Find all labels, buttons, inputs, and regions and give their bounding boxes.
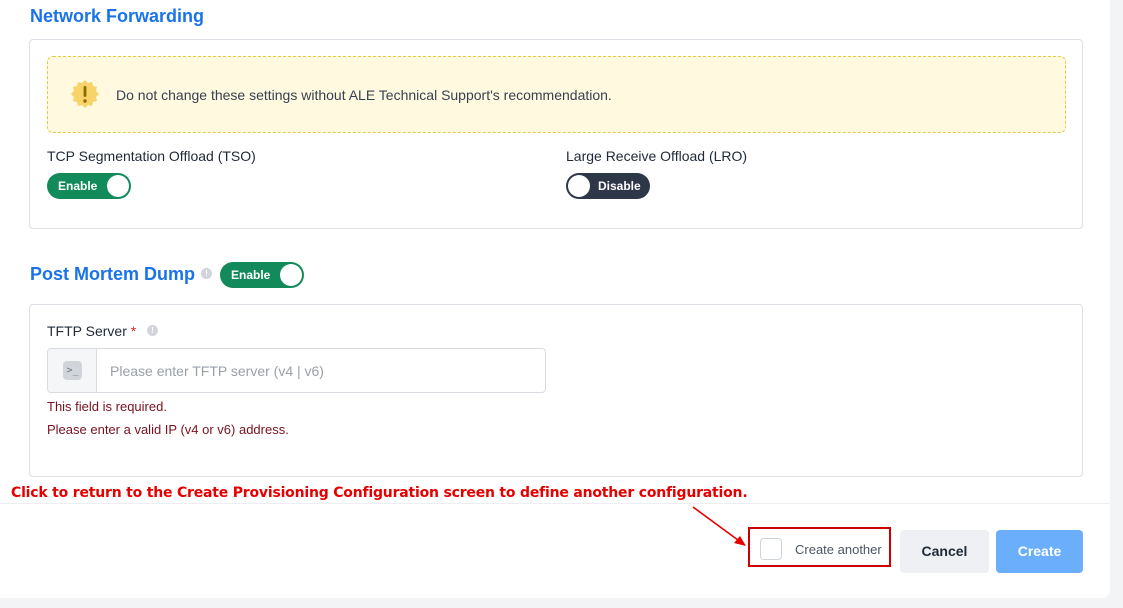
tso-toggle-label: Enable [58, 179, 98, 193]
required-asterisk: * [130, 323, 137, 339]
toggle-knob [280, 264, 302, 286]
info-icon[interactable]: ! [201, 268, 212, 279]
input-prefix: >_ [48, 349, 97, 392]
warning-text: Do not change these settings without ALE… [116, 87, 612, 103]
post-mortem-title: Post Mortem Dump [30, 264, 196, 284]
network-forwarding-title: Network Forwarding [30, 6, 205, 26]
terminal-icon: >_ [63, 361, 82, 380]
tftp-server-label: TFTP Server * [47, 323, 136, 339]
tso-toggle[interactable]: Enable [47, 173, 131, 199]
annotation-text: Click to return to the Create Provisioni… [11, 485, 748, 501]
info-icon[interactable]: ! [147, 325, 158, 336]
warning-icon [71, 80, 99, 108]
toggle-knob [568, 175, 590, 197]
error-required: This field is required. [47, 399, 167, 414]
error-invalid-ip: Please enter a valid IP (v4 or v6) addre… [47, 422, 289, 437]
post-mortem-toggle[interactable]: Enable [220, 262, 304, 288]
tftp-server-label-text: TFTP Server [47, 323, 127, 339]
annotation-arrow [692, 506, 746, 546]
tftp-server-input-group: >_ [47, 348, 546, 393]
cancel-button[interactable]: Cancel [900, 530, 989, 573]
tso-label: TCP Segmentation Offload (TSO) [47, 148, 256, 164]
post-mortem-toggle-label: Enable [231, 268, 271, 282]
footer-divider [0, 503, 1110, 504]
lro-label: Large Receive Offload (LRO) [566, 148, 748, 164]
annotation-highlight-box [748, 527, 891, 567]
toggle-knob [107, 175, 129, 197]
lro-toggle-label: Disable [598, 179, 641, 193]
create-button[interactable]: Create [996, 530, 1083, 573]
tftp-server-input[interactable] [98, 349, 544, 392]
lro-toggle[interactable]: Disable [566, 173, 650, 199]
